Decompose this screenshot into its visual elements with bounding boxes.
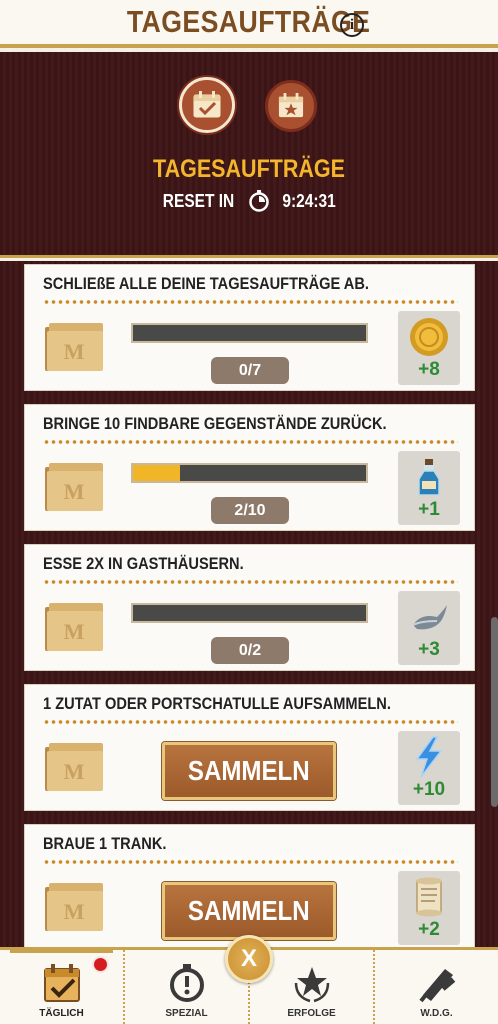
stopwatch-icon — [169, 964, 204, 1002]
page-title: TAGESAUFTRÄGE — [127, 4, 371, 39]
nav-label: SPEZIAL — [165, 1008, 208, 1019]
quest-title: BRINGE 10 FINDBARE GEGENSTÄNDE ZURÜCK. — [43, 414, 387, 433]
quest-header: TAGESAUFTRÄGE RESET IN 9:24:31 — [0, 52, 498, 258]
dotted-divider — [43, 299, 458, 305]
calendar-star-icon — [278, 93, 304, 118]
progress-bar — [131, 463, 368, 483]
notification-badge — [92, 956, 109, 973]
quest-card: ESSE 2X IN GASTHÄUSERN. M 0/2 +3 — [24, 544, 475, 671]
reset-label: RESET IN — [163, 190, 235, 211]
collect-button[interactable]: SAMMELN — [162, 742, 336, 800]
progress-count: 0/2 — [211, 637, 289, 664]
reward-amount: +3 — [418, 639, 440, 660]
collect-button-label: SAMMELN — [188, 895, 310, 926]
fish-icon — [412, 605, 447, 630]
collect-button-label: SAMMELN — [188, 755, 310, 786]
nav-label: W.D.G. — [420, 1008, 453, 1019]
folder-icon: M — [45, 603, 103, 651]
folder-icon: M — [45, 883, 103, 931]
top-bar: TAGESAUFTRÄGE i — [0, 0, 498, 48]
folder-icon: M — [45, 463, 103, 511]
collect-button[interactable]: SAMMELN — [162, 882, 336, 940]
quest-card: BRAUE 1 TRANK. M SAMMELN +2 — [24, 824, 475, 951]
svg-text:M: M — [64, 339, 85, 364]
progress-count: 0/7 — [211, 357, 289, 384]
reward-box: +10 — [398, 731, 460, 805]
dotted-divider — [43, 579, 458, 585]
dotted-divider — [43, 439, 458, 445]
nav-item-daily[interactable]: TÄGLICH — [0, 950, 123, 1024]
reset-timer: 9:24:31 — [282, 190, 337, 211]
reward-amount: +10 — [412, 779, 446, 800]
reward-amount: +8 — [418, 359, 440, 380]
stopwatch-icon — [249, 190, 270, 212]
progress-bar — [131, 323, 368, 343]
folder-icon: M — [45, 743, 103, 791]
progress-bar — [131, 603, 368, 623]
info-icon[interactable]: i — [340, 13, 364, 37]
scroll-icon — [416, 877, 442, 917]
svg-text:M: M — [64, 619, 85, 644]
quest-title: 1 ZUTAT ODER PORTSCHATULLE AUFSAMMELN. — [43, 694, 391, 713]
reward-amount: +2 — [418, 919, 440, 940]
svg-text:M: M — [64, 759, 85, 784]
nav-label: ERFOLGE — [287, 1008, 336, 1019]
reward-box: +2 — [398, 871, 460, 945]
reward-box: +1 — [398, 451, 460, 525]
reset-timer-row: RESET IN 9:24:31 — [0, 190, 498, 212]
lightning-icon — [415, 736, 443, 778]
close-button-label: X — [240, 945, 257, 972]
quest-title: BRAUE 1 TRANK. — [43, 834, 167, 853]
reward-box: +3 — [398, 591, 460, 665]
special-quests-tab-icon[interactable] — [265, 80, 317, 132]
quest-card: SCHLIEßE ALLE DEINE TAGESAUFTRÄGE AB. M … — [24, 264, 475, 391]
gold-coin-icon — [410, 318, 448, 356]
calendar-check-icon — [193, 91, 221, 118]
progress-fill — [133, 465, 180, 481]
svg-text:M: M — [64, 899, 85, 924]
progress-count: 2/10 — [211, 497, 289, 524]
scroll-wand-icon — [418, 969, 455, 1003]
quest-title: ESSE 2X IN GASTHÄUSERN. — [43, 554, 244, 573]
potion-bottle-icon — [418, 459, 440, 496]
folder-icon: M — [45, 323, 103, 371]
scrollbar[interactable] — [491, 617, 498, 807]
quest-card: BRINGE 10 FINDBARE GEGENSTÄNDE ZURÜCK. M… — [24, 404, 475, 531]
dotted-divider — [43, 859, 458, 865]
calendar-check-icon — [43, 964, 80, 1002]
reward-amount: +1 — [418, 499, 440, 520]
nav-label: TÄGLICH — [39, 1008, 84, 1019]
close-button[interactable]: X — [225, 935, 273, 983]
daily-quests-tab-icon[interactable] — [179, 77, 235, 133]
dotted-divider — [43, 719, 458, 725]
info-glyph: i — [349, 16, 355, 33]
star-wreath-icon — [294, 967, 329, 1003]
header-title: TAGESAUFTRÄGE — [153, 155, 345, 183]
nav-item-wdg[interactable]: W.D.G. — [373, 950, 498, 1024]
quest-card: 1 ZUTAT ODER PORTSCHATULLE AUFSAMMELN. M… — [24, 684, 475, 811]
quest-title: SCHLIEßE ALLE DEINE TAGESAUFTRÄGE AB. — [43, 274, 369, 293]
reward-box: +8 — [398, 311, 460, 385]
svg-text:M: M — [64, 479, 85, 504]
